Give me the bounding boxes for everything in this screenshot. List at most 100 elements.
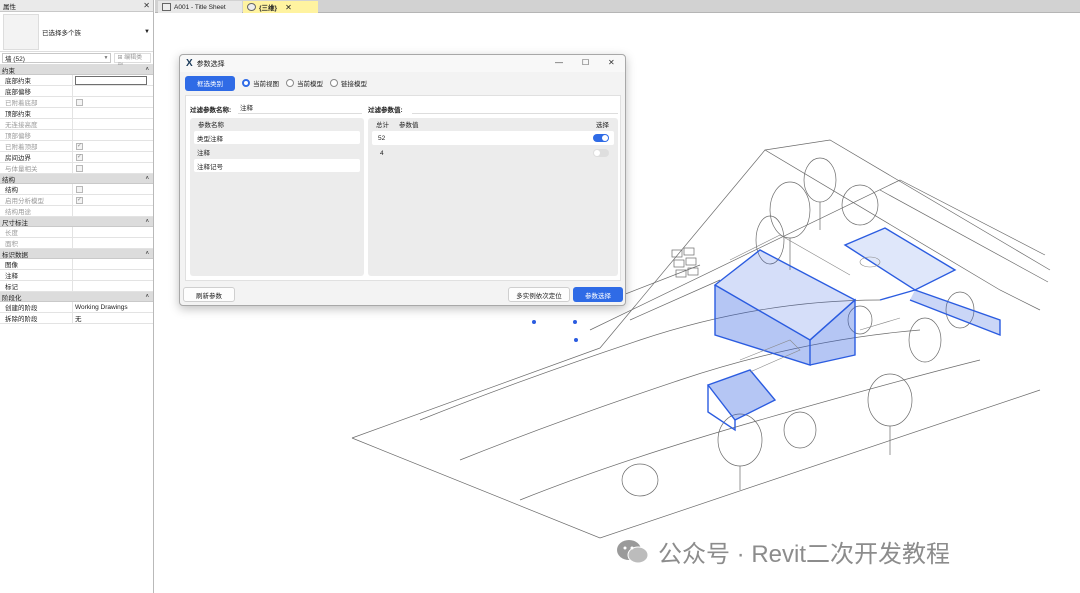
- radio-dot-icon: [242, 79, 250, 87]
- property-key: 长度: [0, 227, 73, 237]
- maximize-icon[interactable]: ☐: [582, 58, 589, 67]
- property-row[interactable]: 底部约束: [0, 75, 153, 86]
- property-value[interactable]: 无: [73, 313, 153, 323]
- checkbox[interactable]: [76, 98, 83, 106]
- tab-title-sheet[interactable]: A001 - Title Sheet: [158, 1, 242, 13]
- instance-filter-dropdown[interactable]: 墙 (52) ▼: [2, 53, 112, 63]
- radio-linked-model[interactable]: 链接模型: [330, 78, 367, 88]
- properties-panel: 属性 ✕ 已选择多个族 ▼ 墙 (52) ▼ ⊞ 编辑类型 约束 ˄ 底部约束底部偏…: [0, 0, 154, 593]
- property-row[interactable]: 无连接高度: [0, 119, 153, 130]
- close-icon[interactable]: ✕: [143, 1, 150, 10]
- minimize-icon[interactable]: —: [555, 58, 563, 67]
- collapse-icon[interactable]: ˄: [145, 67, 149, 73]
- list-item[interactable]: 注释: [194, 145, 360, 158]
- collapse-icon[interactable]: ˄: [145, 219, 149, 225]
- property-row[interactable]: 面积: [0, 238, 153, 249]
- value-count: 4: [380, 149, 384, 157]
- property-section-header[interactable]: 结构 ˄: [0, 174, 153, 184]
- close-icon[interactable]: ✕: [608, 58, 615, 67]
- property-row[interactable]: 结构: [0, 184, 153, 195]
- property-row[interactable]: 已附着顶部: [0, 141, 153, 152]
- property-value[interactable]: [73, 152, 153, 162]
- property-value[interactable]: [73, 75, 153, 85]
- dropdown-arrow-icon[interactable]: ▼: [144, 29, 150, 35]
- property-key: 图像: [0, 259, 73, 269]
- property-row[interactable]: 顶部约束: [0, 108, 153, 119]
- parking-outlines: [671, 247, 699, 278]
- instance-filter-row: 墙 (52) ▼ ⊞ 编辑类型: [0, 52, 153, 70]
- value-row[interactable]: 52: [372, 131, 614, 145]
- filter-name-label: 过滤参数名称:: [190, 107, 232, 114]
- property-value[interactable]: [73, 141, 153, 151]
- property-value[interactable]: [73, 195, 153, 205]
- property-key: 创建的阶段: [0, 302, 73, 312]
- property-value[interactable]: [73, 163, 153, 173]
- property-row[interactable]: 底部偏移: [0, 86, 153, 97]
- property-row[interactable]: 结构用途: [0, 206, 153, 217]
- property-value[interactable]: [73, 281, 153, 291]
- dialog-content: 过滤参数名称: 注释 过滤参数值: 参数名称 类型注释 注释 注释记号 总计 参…: [185, 95, 621, 281]
- value-row[interactable]: 4: [372, 146, 614, 160]
- property-row[interactable]: 启用分析模型: [0, 195, 153, 206]
- checkbox[interactable]: [76, 153, 83, 161]
- property-section-header[interactable]: 尺寸标注 ˄: [0, 217, 153, 227]
- property-value[interactable]: [73, 259, 153, 269]
- filter-value-input[interactable]: [412, 101, 618, 114]
- checkbox[interactable]: [76, 185, 83, 193]
- radio-current-view[interactable]: 当前视图: [242, 78, 279, 88]
- value-header: 参数值: [399, 122, 419, 129]
- property-value[interactable]: [73, 86, 153, 96]
- frame-select-button[interactable]: 框选类别: [185, 75, 235, 91]
- property-row[interactable]: 标记: [0, 281, 153, 292]
- type-name: 已选择多个族: [42, 29, 81, 37]
- property-value[interactable]: [73, 119, 153, 129]
- edit-type-button[interactable]: ⊞ 编辑类型: [114, 53, 151, 70]
- select-toggle[interactable]: [593, 134, 609, 142]
- list-item[interactable]: 注释记号: [194, 159, 360, 172]
- confirm-select-button[interactable]: 参数选择: [573, 287, 623, 302]
- tab-3d-view[interactable]: {三维} ✕: [243, 1, 318, 13]
- property-row[interactable]: 已附着底部: [0, 97, 153, 108]
- property-value[interactable]: [73, 227, 153, 237]
- property-row[interactable]: 房间边界: [0, 152, 153, 163]
- property-edit-field[interactable]: [75, 75, 147, 85]
- section-title: 尺寸标注: [2, 219, 28, 227]
- list-item[interactable]: 类型注释: [194, 131, 360, 144]
- collapse-icon[interactable]: ˄: [145, 176, 149, 182]
- property-value[interactable]: [73, 108, 153, 118]
- refresh-parameters-button[interactable]: 刷新参数: [183, 287, 235, 302]
- property-key: 已附着顶部: [0, 141, 73, 151]
- property-row[interactable]: 注释: [0, 270, 153, 281]
- property-section-header[interactable]: 阶段化 ˄: [0, 292, 153, 302]
- type-selector[interactable]: 已选择多个族 ▼: [0, 12, 153, 52]
- locate-instances-button[interactable]: 多实例依次定位: [508, 287, 570, 302]
- select-toggle[interactable]: [593, 149, 609, 157]
- property-row[interactable]: 创建的阶段 Working Drawings: [0, 302, 153, 313]
- collapse-icon[interactable]: ˄: [145, 251, 149, 257]
- site-boundary-line: [351, 389, 1041, 539]
- radio-current-model[interactable]: 当前模型: [286, 78, 323, 88]
- property-row[interactable]: 图像: [0, 259, 153, 270]
- property-row[interactable]: 与体量相关: [0, 163, 153, 174]
- checkbox[interactable]: [76, 164, 83, 172]
- radio-dot-icon: [330, 79, 338, 87]
- property-section-header[interactable]: 标识数据 ˄: [0, 249, 153, 259]
- property-value[interactable]: [73, 130, 153, 140]
- chevron-down-icon: ▼: [103, 55, 109, 61]
- property-row[interactable]: 长度: [0, 227, 153, 238]
- property-section-header[interactable]: 约束 ˄: [0, 65, 153, 75]
- property-value[interactable]: [73, 184, 153, 194]
- checkbox[interactable]: [76, 142, 83, 150]
- close-tab-icon[interactable]: ✕: [285, 3, 292, 12]
- property-value[interactable]: [73, 270, 153, 280]
- property-row[interactable]: 顶部偏移: [0, 130, 153, 141]
- collapse-icon[interactable]: ˄: [145, 294, 149, 300]
- filter-name-input[interactable]: 注释: [238, 101, 362, 114]
- property-row[interactable]: 拆除的阶段无: [0, 313, 153, 324]
- property-value[interactable]: [73, 206, 153, 216]
- property-value[interactable]: Working Drawings: [73, 302, 153, 312]
- property-value[interactable]: [73, 97, 153, 107]
- property-value[interactable]: [73, 238, 153, 248]
- property-key: 顶部偏移: [0, 130, 73, 140]
- checkbox[interactable]: [76, 196, 83, 204]
